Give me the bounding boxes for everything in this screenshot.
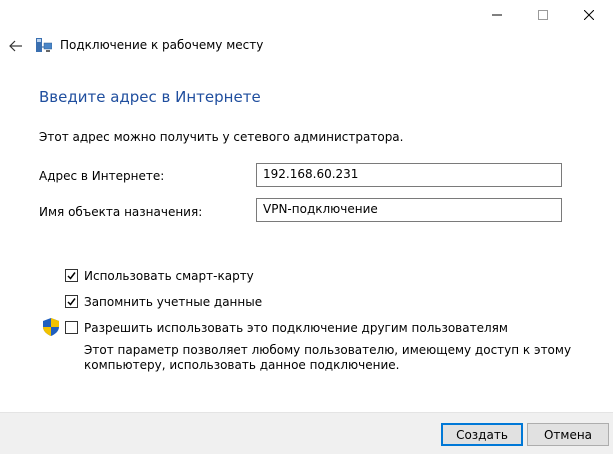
smartcard-checkbox[interactable] <box>65 269 78 282</box>
network-connection-icon <box>36 37 53 53</box>
maximize-icon <box>538 10 548 20</box>
arrow-left-icon <box>9 40 22 52</box>
share-description-line1: Этот параметр позволяет любому пользоват… <box>84 343 572 357</box>
destination-label: Имя объекта назначения: <box>39 205 203 219</box>
window-title: Подключение к рабочему месту <box>60 38 264 52</box>
address-label: Адрес в Интернете: <box>39 169 165 183</box>
minimize-button[interactable] <box>474 0 520 30</box>
close-button[interactable] <box>566 0 612 30</box>
share-connection-checkbox[interactable] <box>65 321 78 334</box>
remember-credentials-checkbox[interactable] <box>65 295 78 308</box>
checkmark-icon <box>67 272 76 280</box>
checkmark-icon <box>67 298 76 306</box>
uac-shield-icon <box>43 318 59 336</box>
maximize-button[interactable] <box>520 0 566 30</box>
dialog-footer: Создать Отмена <box>0 412 613 454</box>
page-heading: Введите адрес в Интернете <box>39 88 261 106</box>
destination-name-input[interactable]: VPN-подключение <box>256 198 562 222</box>
create-button[interactable]: Создать <box>441 423 523 446</box>
back-button[interactable] <box>6 36 26 56</box>
remember-credentials-label: Запомнить учетные данные <box>84 295 263 309</box>
cancel-button[interactable]: Отмена <box>527 423 609 446</box>
share-description-line2: компьютеру, использовать данное подключе… <box>84 358 400 372</box>
smartcard-label: Использовать смарт-карту <box>84 269 254 283</box>
close-icon <box>584 10 594 20</box>
share-connection-label: Разрешить использовать это подключение д… <box>84 321 508 335</box>
minimize-icon <box>492 14 502 16</box>
address-input[interactable]: 192.168.60.231 <box>256 163 562 187</box>
hint-text: Этот адрес можно получить у сетевого адм… <box>39 130 404 144</box>
